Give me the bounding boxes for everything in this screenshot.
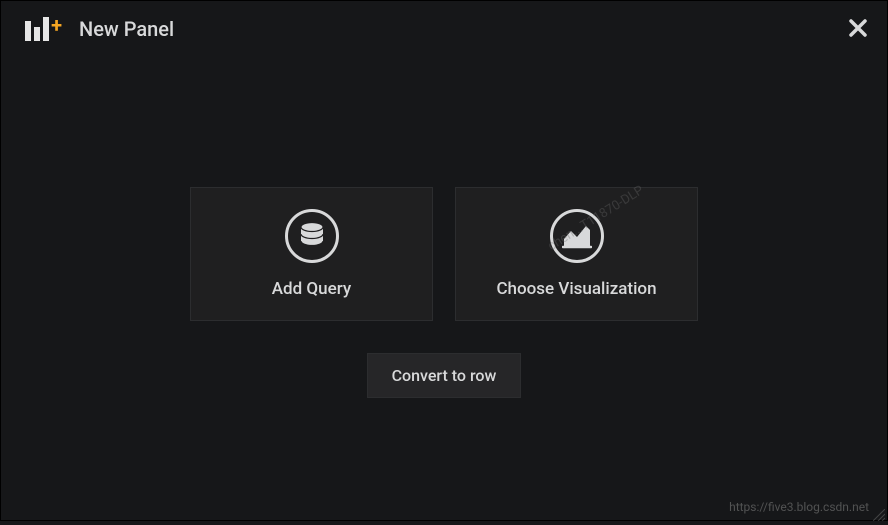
panel-header: + New Panel <box>1 1 887 57</box>
panel-body: Add Query Choose Visualization Convert t… <box>1 57 887 398</box>
bottom-watermark: https://five3.blog.csdn.net <box>729 500 869 514</box>
chart-icon <box>550 209 604 263</box>
new-panel-container: + New Panel <box>0 0 888 521</box>
bar-chart-plus-icon: + <box>25 17 49 41</box>
add-query-label: Add Query <box>272 279 351 299</box>
choose-visualization-label: Choose Visualization <box>496 279 656 299</box>
resize-handle-icon[interactable] <box>873 506 885 518</box>
database-icon <box>285 209 339 263</box>
close-button[interactable] <box>849 17 867 41</box>
option-cards-row: Add Query Choose Visualization <box>190 187 698 321</box>
close-icon <box>849 19 867 37</box>
convert-to-row-button[interactable]: Convert to row <box>367 353 522 398</box>
add-query-card[interactable]: Add Query <box>190 187 433 321</box>
panel-title: New Panel <box>79 17 174 41</box>
choose-visualization-card[interactable]: Choose Visualization <box>455 187 698 321</box>
